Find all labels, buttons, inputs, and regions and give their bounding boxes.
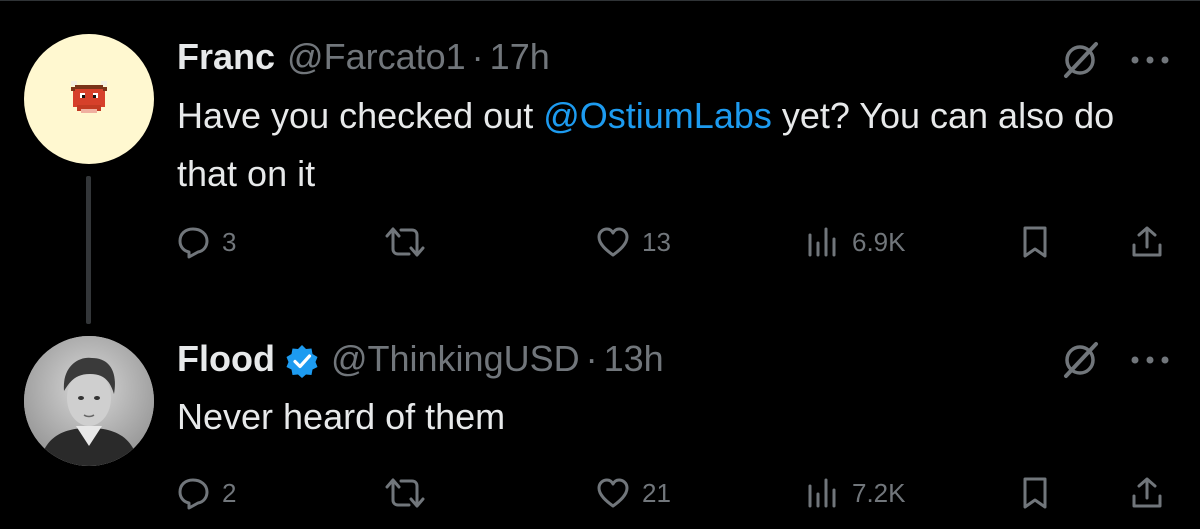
retweet-button[interactable] xyxy=(385,217,425,267)
bookmark-icon xyxy=(1023,226,1047,258)
tweet-text-before: Have you checked out xyxy=(177,95,544,136)
separator-dot: · xyxy=(585,338,598,379)
user-handle[interactable]: @Farcato1 xyxy=(287,36,466,78)
bull-avatar-icon xyxy=(71,81,107,113)
like-button[interactable]: 21 xyxy=(596,468,671,518)
display-name[interactable]: Flood xyxy=(177,338,275,380)
share-button[interactable] xyxy=(1130,217,1164,267)
like-button[interactable]: 13 xyxy=(596,217,671,267)
action-bar: 3 13 6.9K xyxy=(0,217,1200,267)
tweet-header: Franc @Farcato1 · 17h xyxy=(177,36,550,78)
retweet-button[interactable] xyxy=(385,468,425,518)
tweet-text: Have you checked out @OstiumLabs yet? Yo… xyxy=(177,87,1177,203)
views-button[interactable]: 7.2K xyxy=(806,468,906,518)
bookmark-icon xyxy=(1023,477,1047,509)
reply-count: 2 xyxy=(222,477,237,508)
retweet-icon xyxy=(385,227,425,257)
grok-icon[interactable] xyxy=(1060,340,1100,380)
tweet-text: Never heard of them xyxy=(177,396,506,437)
reply-icon xyxy=(178,227,209,259)
views-button[interactable]: 6.9K xyxy=(806,217,906,267)
reply-icon xyxy=(178,478,209,510)
more-icon[interactable] xyxy=(1130,354,1170,366)
views-count: 6.9K xyxy=(852,226,906,257)
like-count: 21 xyxy=(642,477,671,508)
views-icon xyxy=(808,227,836,257)
tweet-header: Flood @ThinkingUSD · 13h xyxy=(177,338,664,380)
avatar[interactable] xyxy=(24,336,154,466)
portrait-avatar-icon xyxy=(24,336,154,466)
more-icon[interactable] xyxy=(1130,54,1170,66)
bookmark-button[interactable] xyxy=(1018,217,1052,267)
separator-dot: · xyxy=(471,36,484,77)
avatar[interactable] xyxy=(24,34,154,164)
display-name[interactable]: Franc xyxy=(177,36,275,78)
like-icon xyxy=(597,227,629,257)
share-button[interactable] xyxy=(1130,468,1164,518)
share-icon xyxy=(1132,226,1162,257)
verified-badge-icon[interactable] xyxy=(285,344,319,378)
timestamp[interactable]: 13h xyxy=(604,338,664,380)
user-handle[interactable]: @ThinkingUSD xyxy=(331,338,580,380)
share-icon xyxy=(1132,477,1162,508)
retweet-icon xyxy=(385,478,425,508)
reply-button[interactable]: 3 xyxy=(176,217,236,267)
like-icon xyxy=(597,478,629,508)
reply-button[interactable]: 2 xyxy=(176,468,236,518)
top-divider xyxy=(0,0,1200,1)
reply-count: 3 xyxy=(222,226,237,257)
like-count: 13 xyxy=(642,226,671,257)
mention-link[interactable]: @OstiumLabs xyxy=(543,95,772,136)
views-icon xyxy=(808,478,836,508)
timestamp[interactable]: 17h xyxy=(490,36,550,78)
action-bar: 2 21 7.2K xyxy=(0,468,1200,518)
views-count: 7.2K xyxy=(852,477,906,508)
bookmark-button[interactable] xyxy=(1018,468,1052,518)
grok-icon[interactable] xyxy=(1060,40,1100,80)
